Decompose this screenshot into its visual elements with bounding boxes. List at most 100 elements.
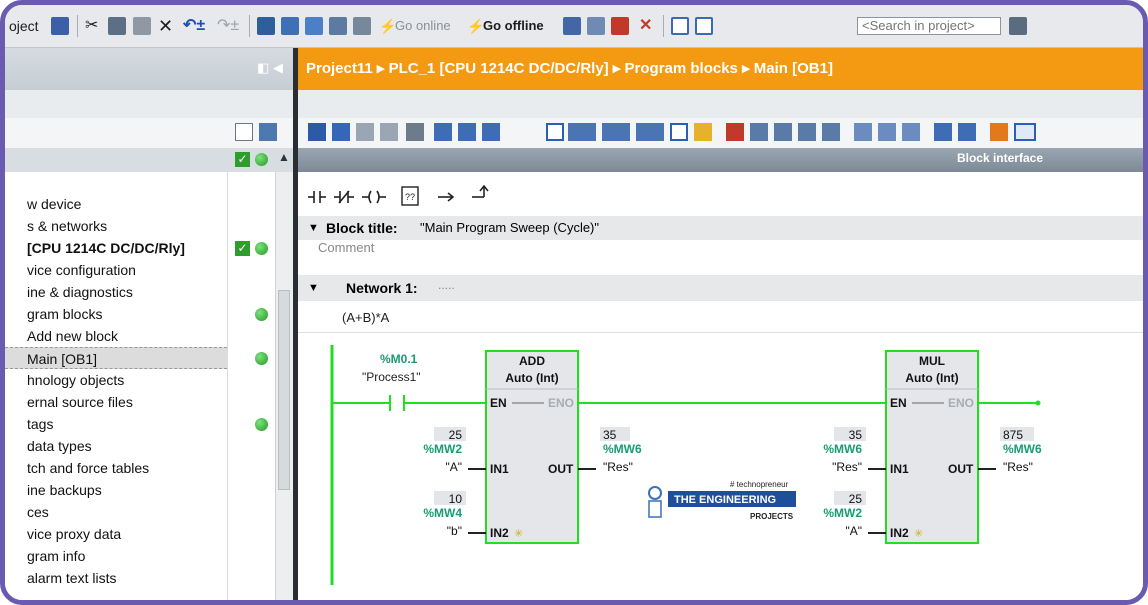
simulation-icon[interactable] xyxy=(329,17,347,35)
update-call-icon[interactable] xyxy=(798,123,816,141)
network-comment[interactable]: (A+B)*A xyxy=(342,310,389,325)
view-options-icon[interactable] xyxy=(235,123,253,141)
tree-item[interactable]: gram blocks xyxy=(5,303,227,325)
paste-icon[interactable] xyxy=(133,17,151,35)
empty-box-icon[interactable]: ?? xyxy=(401,186,419,206)
project-menu[interactable]: oject xyxy=(9,5,39,47)
nc-contact-icon[interactable] xyxy=(334,190,354,204)
mul-out-tag[interactable]: "Res" xyxy=(1003,460,1033,474)
tree-item[interactable]: ces xyxy=(5,501,227,523)
tree-item[interactable]: vice configuration xyxy=(5,259,227,281)
open-branch-icon[interactable] xyxy=(438,192,455,202)
block-title-row[interactable]: ▼ Block title: "Main Program Sweep (Cycl… xyxy=(298,216,1143,240)
add-block[interactable]: ADD Auto (Int) EN ENO IN1 OUT IN2 ✳ xyxy=(485,350,579,544)
tree-item[interactable]: tch and force tables xyxy=(5,457,227,479)
add-out-address[interactable]: %MW6 xyxy=(603,442,642,456)
contact-tag[interactable]: "Process1" xyxy=(362,370,421,384)
delete-icon[interactable]: ✕ xyxy=(158,5,173,47)
tree-scrollbar[interactable] xyxy=(275,172,294,600)
collapse-panel-icon[interactable]: ◧ ◀ xyxy=(257,60,283,76)
add-in1-tag[interactable]: "A" xyxy=(445,460,462,474)
close-branch-icon[interactable] xyxy=(472,184,489,198)
save-project-icon[interactable] xyxy=(51,17,69,35)
insert-branch-icon[interactable] xyxy=(406,123,424,141)
tree-item[interactable]: ernal source files xyxy=(5,391,227,413)
favorites-icon[interactable] xyxy=(602,123,630,141)
display-operands-icon[interactable] xyxy=(636,123,664,141)
go-offline-button[interactable]: Go offline xyxy=(483,5,544,47)
search-input[interactable] xyxy=(857,17,1001,35)
mul-in2-tag[interactable]: "A" xyxy=(845,524,862,538)
comment-icon[interactable] xyxy=(546,123,564,141)
undo-icon[interactable]: ↶± xyxy=(183,5,205,47)
add-block-type[interactable]: Auto (Int) xyxy=(505,371,558,385)
block-title-value[interactable]: "Main Program Sweep (Cycle)" xyxy=(420,216,599,240)
overview-icon[interactable] xyxy=(259,123,277,141)
network-header[interactable]: ▼ Network 1: ..... xyxy=(298,275,1143,301)
coil-icon[interactable] xyxy=(362,190,386,204)
mul-input-star-icon[interactable]: ✳ xyxy=(914,528,923,540)
call-hierarchy-icon[interactable] xyxy=(990,123,1008,141)
mul-in1-tag[interactable]: "Res" xyxy=(832,460,862,474)
stop-cpu-icon[interactable] xyxy=(611,17,629,35)
compile-icon[interactable] xyxy=(257,17,275,35)
insert-row-icon[interactable] xyxy=(356,123,374,141)
split-vertical-icon[interactable] xyxy=(695,17,713,35)
tree-item[interactable]: [CPU 1214C DC/DC/Rly] xyxy=(5,237,227,259)
cross-reference-icon[interactable]: ✕ xyxy=(639,5,652,47)
step-back-icon[interactable] xyxy=(878,123,896,141)
snapshot-icon[interactable] xyxy=(750,123,768,141)
show-favorites-icon[interactable] xyxy=(670,123,688,141)
tree-item[interactable]: tags xyxy=(5,413,227,435)
tree-item[interactable]: w device xyxy=(5,193,227,215)
tree-item[interactable]: ine backups xyxy=(5,479,227,501)
block-comment[interactable]: Comment xyxy=(318,240,374,255)
tree-item[interactable]: alarm text lists xyxy=(5,567,227,589)
load-snapshot-icon[interactable] xyxy=(774,123,792,141)
open-all-networks-icon[interactable] xyxy=(434,123,452,141)
navigation-icon[interactable] xyxy=(482,123,500,141)
close-all-networks-icon[interactable] xyxy=(458,123,476,141)
absolute-symbolic-icon[interactable] xyxy=(568,123,596,141)
go-online-button[interactable]: Go online xyxy=(395,5,451,47)
upload-icon[interactable] xyxy=(305,17,323,35)
tree-item[interactable]: hnology objects xyxy=(5,369,227,391)
block-compare-icon[interactable] xyxy=(822,123,840,141)
breadcrumb-item[interactable]: PLC_1 [CPU 1214C DC/DC/Rly] xyxy=(389,60,609,77)
go-to-error-icon[interactable] xyxy=(694,123,712,141)
tree-item[interactable]: gram info xyxy=(5,545,227,567)
contact-address[interactable]: %M0.1 xyxy=(380,352,418,366)
tree-item[interactable]: ine & diagnostics xyxy=(5,281,227,303)
tree-item[interactable]: Main [OB1] xyxy=(5,347,227,369)
tree-item[interactable]: vice proxy data xyxy=(5,523,227,545)
start-simulation-icon[interactable] xyxy=(353,17,371,35)
add-in2-tag[interactable]: "b" xyxy=(447,524,462,538)
tree-item[interactable]: data types xyxy=(5,435,227,457)
redo-icon[interactable]: ↷± xyxy=(217,5,239,47)
add-out-tag[interactable]: "Res" xyxy=(603,460,633,474)
breadcrumb-item[interactable]: Program blocks xyxy=(625,60,738,77)
add-input-star-icon[interactable]: ✳ xyxy=(514,528,523,540)
monitor-icon[interactable] xyxy=(934,123,952,141)
jump-icon[interactable] xyxy=(902,123,920,141)
mul-block-type[interactable]: Auto (Int) xyxy=(905,371,958,385)
refresh-icon[interactable] xyxy=(958,123,976,141)
add-in2-address[interactable]: %MW4 xyxy=(423,506,462,520)
network-title-placeholder[interactable]: ..... xyxy=(438,272,455,298)
breakpoint-icon[interactable] xyxy=(726,123,744,141)
tree-item[interactable]: s & networks xyxy=(5,215,227,237)
tree-item[interactable]: Add new block xyxy=(5,325,227,347)
scroll-up-icon[interactable]: ▲ xyxy=(278,150,290,164)
breadcrumb-item[interactable]: Main [OB1] xyxy=(754,60,833,77)
network-collapse-icon[interactable]: ▼ xyxy=(308,275,319,301)
add-row-icon[interactable] xyxy=(380,123,398,141)
cut-icon[interactable]: ✂ xyxy=(85,5,98,47)
monitoring-on-off-icon[interactable] xyxy=(1014,123,1036,141)
download-icon[interactable] xyxy=(281,17,299,35)
scroll-thumb[interactable] xyxy=(278,290,290,490)
mul-in1-address[interactable]: %MW6 xyxy=(823,442,862,456)
split-horizontal-icon[interactable] xyxy=(671,17,689,35)
insert-network-icon[interactable] xyxy=(308,123,326,141)
step-forward-icon[interactable] xyxy=(854,123,872,141)
copy-icon[interactable] xyxy=(108,17,126,35)
